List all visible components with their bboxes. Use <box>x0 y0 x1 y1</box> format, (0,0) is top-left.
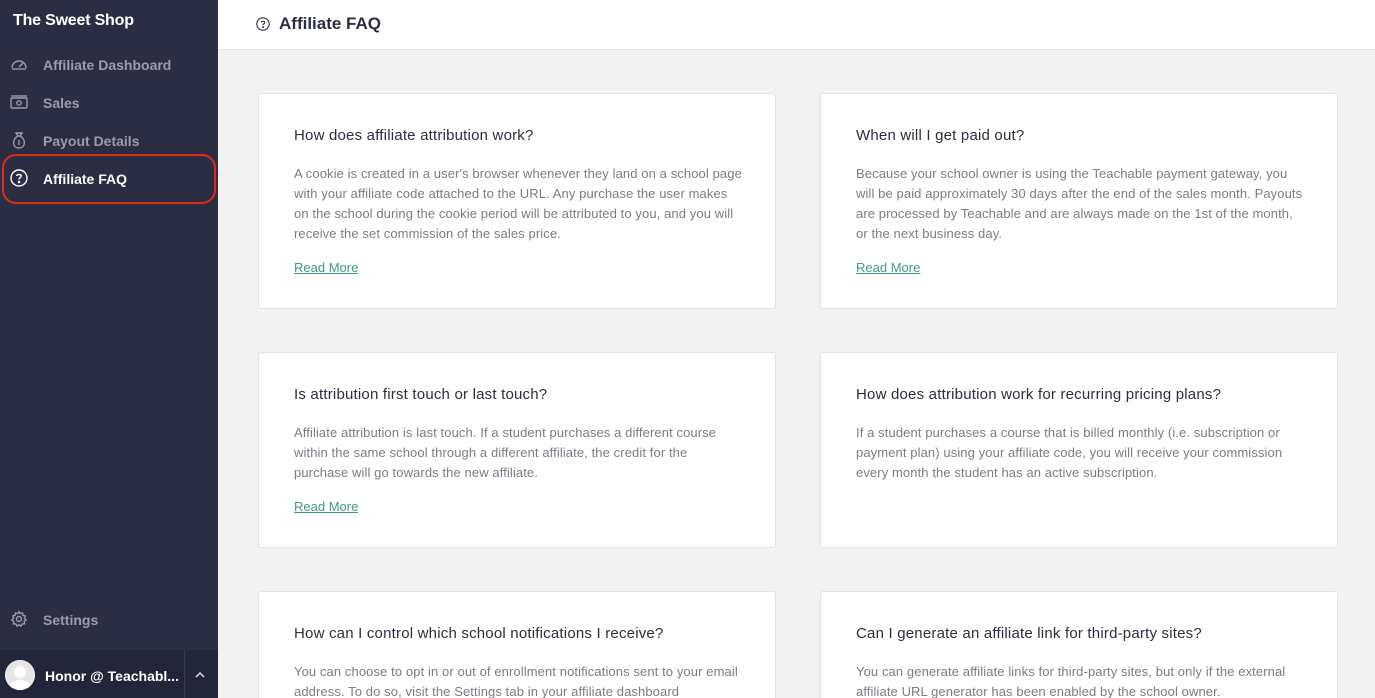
sidebar-item-settings[interactable]: Settings <box>0 600 218 638</box>
read-more-link[interactable]: Read More <box>294 499 358 514</box>
question-circle-icon <box>256 17 270 31</box>
faq-question: How does attribution work for recurring … <box>856 386 1222 403</box>
faq-card: When will I get paid out? Because your s… <box>820 93 1338 309</box>
faq-question: How can I control which school notificat… <box>294 625 664 642</box>
school-brand[interactable]: The Sweet Shop <box>13 12 134 30</box>
faq-card: How does affiliate attribution work? A c… <box>258 93 776 309</box>
read-more-link[interactable]: Read More <box>856 260 920 275</box>
sidebar-item-label: Sales <box>43 95 80 111</box>
sidebar-item-affiliate-dashboard[interactable]: Affiliate Dashboard <box>0 45 218 83</box>
avatar <box>5 660 35 690</box>
sidebar-item-label: Affiliate FAQ <box>43 171 128 187</box>
cash-icon <box>10 93 28 111</box>
page-title: Affiliate FAQ <box>279 14 382 33</box>
speedometer-icon <box>10 55 28 73</box>
sidebar-item-affiliate-faq[interactable]: Affiliate FAQ <box>0 159 218 197</box>
faq-card: Is attribution first touch or last touch… <box>258 352 776 548</box>
user-name: Honor @ Teachabl... <box>45 668 179 684</box>
faq-question: How does affiliate attribution work? <box>294 127 534 144</box>
gear-icon <box>10 610 28 628</box>
sidebar-item-sales[interactable]: Sales <box>0 83 218 121</box>
question-circle-icon <box>10 169 28 187</box>
faq-question: Can I generate an affiliate link for thi… <box>856 625 1202 642</box>
sidebar-item-label: Settings <box>43 612 99 628</box>
faq-card: How can I control which school notificat… <box>258 591 776 698</box>
faq-card: How does attribution work for recurring … <box>820 352 1338 548</box>
user-menu[interactable]: Honor @ Teachabl... <box>0 650 218 698</box>
sidebar: The Sweet Shop Affiliate Dashboard Sales… <box>0 0 218 698</box>
faq-answer: You can generate affiliate links for thi… <box>856 664 1286 698</box>
faq-answer: A cookie is created in a user's browser … <box>294 166 742 241</box>
faq-question: Is attribution first touch or last touch… <box>294 386 548 403</box>
faq-answer: Affiliate attribution is last touch. If … <box>294 425 717 480</box>
sidebar-item-label: Payout Details <box>43 133 140 149</box>
sidebar-item-label: Affiliate Dashboard <box>43 57 172 73</box>
sidebar-item-payout-details[interactable]: Payout Details <box>0 121 218 159</box>
chevron-up-icon[interactable] <box>193 668 207 682</box>
divider <box>184 650 185 698</box>
money-bag-icon <box>10 131 28 149</box>
faq-answer: Because your school owner is using the T… <box>856 166 1303 241</box>
read-more-link[interactable]: Read More <box>294 260 358 275</box>
faq-answer: If a student purchases a course that is … <box>856 425 1283 480</box>
faq-card: Can I generate an affiliate link for thi… <box>820 591 1338 698</box>
faq-question: When will I get paid out? <box>856 127 1025 144</box>
faq-answer: You can choose to opt in or out of enrol… <box>294 664 738 698</box>
page-header: Affiliate FAQ <box>218 0 1375 50</box>
